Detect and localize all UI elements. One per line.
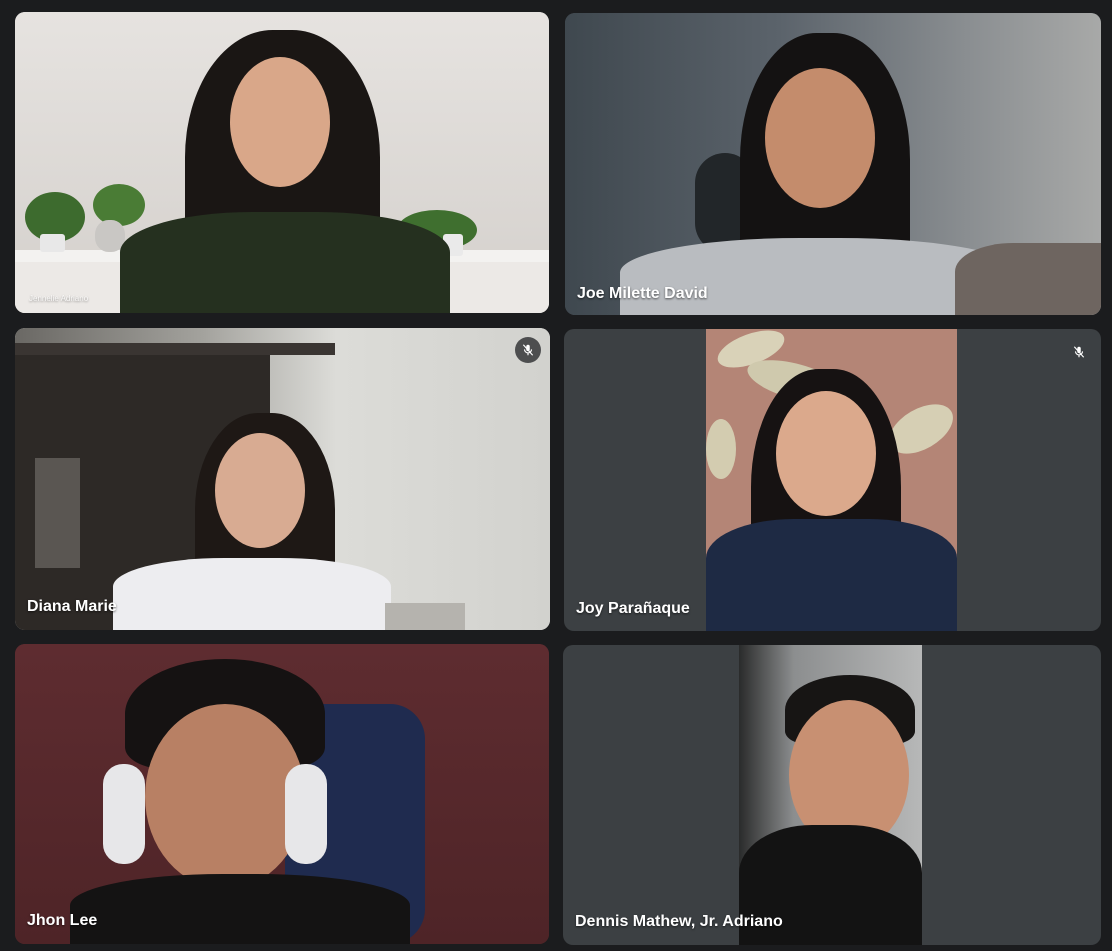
headphones-right bbox=[285, 764, 327, 864]
participant-video bbox=[706, 329, 957, 631]
participant-video bbox=[15, 328, 550, 630]
participant-name: Jhon Lee bbox=[27, 912, 98, 929]
participant-tile-5[interactable]: Jhon Lee bbox=[15, 644, 549, 944]
participant-name: Joe Milette David bbox=[577, 285, 708, 302]
participant-tile-2[interactable]: Joe Milette David bbox=[565, 13, 1101, 315]
plant bbox=[93, 184, 145, 226]
mic-off-icon bbox=[1066, 339, 1092, 365]
participant-grid: Jennelie Adriano Joe Milette David Diana… bbox=[0, 0, 1112, 951]
participant-name: Jennelie Adriano bbox=[29, 294, 89, 303]
headphones-left bbox=[103, 764, 145, 864]
participant-name: Dennis Mathew, Jr. Adriano bbox=[575, 913, 783, 930]
participant-name: Diana Marie bbox=[27, 598, 117, 615]
participant-video bbox=[739, 645, 922, 945]
participant-tile-1[interactable]: Jennelie Adriano bbox=[15, 12, 549, 313]
mic-off-icon bbox=[515, 337, 541, 363]
participant-tile-4[interactable]: Joy Parañaque bbox=[564, 329, 1101, 631]
participant-video bbox=[15, 644, 549, 944]
participant-tile-3[interactable]: Diana Marie bbox=[15, 328, 550, 630]
participant-name: Joy Parañaque bbox=[576, 600, 690, 617]
participant-tile-6[interactable]: Dennis Mathew, Jr. Adriano bbox=[563, 645, 1101, 945]
participant-video bbox=[565, 13, 1101, 315]
participant-video bbox=[15, 12, 549, 313]
